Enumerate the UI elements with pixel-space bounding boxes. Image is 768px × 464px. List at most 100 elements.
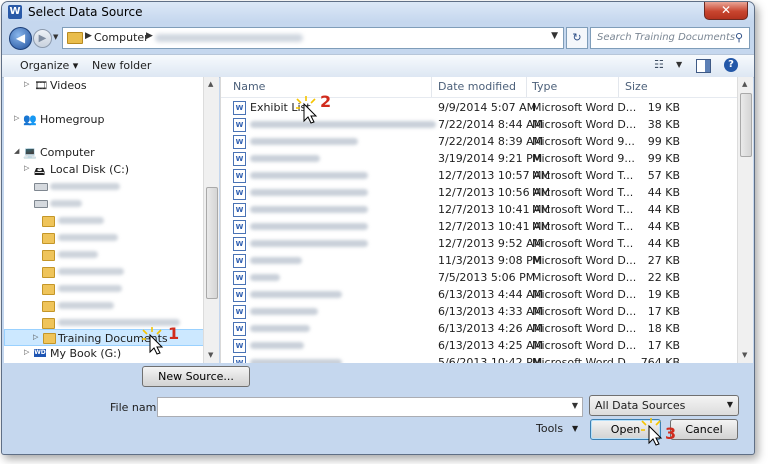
word-document-icon xyxy=(233,169,246,183)
file-size-cell: 38 KB xyxy=(647,118,680,131)
organize-menu[interactable]: Organize ▾ xyxy=(20,59,78,72)
help-icon[interactable]: ? xyxy=(724,58,738,72)
file-date-cell: 7/22/2014 8:44 AM xyxy=(438,118,544,131)
close-button[interactable]: ✕ xyxy=(704,2,748,20)
folder-icon xyxy=(42,250,55,261)
scroll-thumb[interactable] xyxy=(206,187,218,299)
breadcrumb-separator-icon[interactable]: ▶ xyxy=(85,31,92,41)
file-list-scrollbar[interactable]: ▲ ▼ xyxy=(737,77,753,363)
redacted-label xyxy=(58,234,118,241)
table-row[interactable]: 12/7/2013 10:56 AMMicrosoft Word T...44 … xyxy=(221,184,738,201)
nav-item-folder[interactable] xyxy=(4,280,218,297)
address-bar[interactable]: ▶ Computer ▶ ▼ xyxy=(62,27,564,49)
collapse-arrow-icon[interactable]: ◢ xyxy=(14,147,19,155)
column-header-name[interactable]: Name xyxy=(233,77,432,97)
expand-arrow-icon[interactable]: ▷ xyxy=(14,114,19,122)
redacted-label xyxy=(50,200,82,207)
scroll-down-icon[interactable]: ▼ xyxy=(208,351,213,359)
view-dropdown-icon[interactable]: ▼ xyxy=(676,60,682,69)
nav-item-label: Computer xyxy=(40,146,95,159)
table-row[interactable]: 6/13/2013 4:33 AMMicrosoft Word D... 17 K… xyxy=(221,303,738,320)
breadcrumb-redacted-path[interactable] xyxy=(155,34,303,42)
redacted-file-name xyxy=(250,274,280,281)
breadcrumb-separator-icon[interactable]: ▶ xyxy=(146,31,153,41)
column-header-type[interactable]: Type xyxy=(532,77,619,97)
navigation-scrollbar[interactable]: ▲ ▼ xyxy=(203,77,219,363)
redacted-file-name xyxy=(250,189,368,196)
table-row[interactable]: 3/19/2014 9:21 PMMicrosoft Word 9... 99 K… xyxy=(221,150,738,167)
nav-item-folder[interactable] xyxy=(4,212,218,229)
file-date-cell: 9/9/2014 5:07 AM xyxy=(438,101,537,114)
nav-item-redacted-drive[interactable] xyxy=(4,178,218,195)
refresh-button[interactable]: ↻ xyxy=(566,27,588,49)
table-row[interactable]: 11/3/2013 9:08 PMMicrosoft Word D... 27 K… xyxy=(221,252,738,269)
table-row[interactable]: 7/22/2014 8:39 AMMicrosoft Word 9... 99 K… xyxy=(221,133,738,150)
redacted-file-name xyxy=(250,206,368,213)
column-header-date[interactable]: Date modified xyxy=(438,77,527,97)
new-source-button[interactable]: New Source... xyxy=(142,366,250,387)
nav-item-folder[interactable] xyxy=(4,263,218,280)
recent-pages-dropdown[interactable]: ▼ xyxy=(53,33,58,41)
file-type-value: All Data Sources xyxy=(595,399,686,412)
file-type-cell: Microsoft Word D... xyxy=(532,305,637,318)
word-document-icon xyxy=(233,118,246,132)
address-dropdown-icon[interactable]: ▼ xyxy=(551,31,558,41)
new-folder-button[interactable]: New folder xyxy=(92,59,151,72)
scroll-up-icon[interactable]: ▲ xyxy=(742,80,747,88)
tools-menu[interactable]: Tools xyxy=(536,422,563,435)
breadcrumb-computer[interactable]: Computer xyxy=(94,31,149,44)
table-row[interactable]: 12/7/2013 10:57 AMMicrosoft Word T...57 … xyxy=(221,167,738,184)
file-name-dropdown-icon[interactable]: ▼ xyxy=(572,401,578,410)
file-type-select[interactable]: All Data Sources ▼ xyxy=(589,395,739,416)
file-name-input[interactable]: ▼ xyxy=(157,397,583,417)
file-date-cell: 6/13/2013 4:26 AM xyxy=(438,322,544,335)
tools-dropdown-icon[interactable]: ▼ xyxy=(572,424,578,433)
scroll-up-icon[interactable]: ▲ xyxy=(208,80,213,88)
redacted-label xyxy=(58,268,124,275)
nav-item-computer[interactable]: ◢ 💻 Computer xyxy=(4,144,218,161)
command-toolbar: Organize ▾ New folder ☷ ▼ ? xyxy=(2,54,754,78)
redacted-label xyxy=(58,285,122,292)
search-icon[interactable]: ⚲ xyxy=(735,31,743,44)
search-box[interactable]: Search Training Documents ⚲ xyxy=(590,27,750,49)
table-row[interactable]: 6/13/2013 4:26 AMMicrosoft Word D... 18 K… xyxy=(221,320,738,337)
file-type-cell: Microsoft Word D... xyxy=(532,254,637,267)
nav-item-folder[interactable] xyxy=(4,297,218,314)
table-row[interactable]: 7/5/2013 5:06 PMMicrosoft Word D... 22 KB xyxy=(221,269,738,286)
column-header-size[interactable]: Size xyxy=(625,77,685,97)
preview-pane-icon[interactable] xyxy=(696,59,711,73)
table-row[interactable]: 6/13/2013 4:44 AMMicrosoft Word D... 19 K… xyxy=(221,286,738,303)
table-row[interactable]: 5/6/2013 10:42 PMMicrosoft Word D...764 … xyxy=(221,354,738,363)
expand-arrow-icon[interactable]: ▷ xyxy=(24,164,29,172)
file-type-dropdown-icon[interactable]: ▼ xyxy=(727,400,733,409)
table-row[interactable]: 12/7/2013 10:41 AMMicrosoft Word T...44 … xyxy=(221,201,738,218)
search-input[interactable]: Search Training Documents xyxy=(597,32,735,43)
scroll-down-icon[interactable]: ▼ xyxy=(742,351,747,359)
table-row[interactable]: 12/7/2013 9:52 AMMicrosoft Word T... 44 K… xyxy=(221,235,738,252)
computer-icon: 💻 xyxy=(23,146,37,159)
navigation-bar: ◀ ▶ ▼ ▶ Computer ▶ ▼ ↻ Search Training D… xyxy=(2,24,754,52)
nav-item-training-documents[interactable]: ▷ Training Documents xyxy=(4,329,218,346)
nav-item-folder[interactable] xyxy=(4,229,218,246)
nav-item-my-book[interactable]: ▷ WD My Book (G:) xyxy=(4,345,218,362)
nav-item-folder[interactable] xyxy=(4,246,218,263)
nav-item-redacted-drive[interactable] xyxy=(4,195,218,212)
file-date-cell: 7/22/2014 8:39 AM xyxy=(438,135,544,148)
cancel-button[interactable]: Cancel xyxy=(670,419,738,440)
scroll-thumb[interactable] xyxy=(740,93,752,157)
forward-button[interactable]: ▶ xyxy=(33,29,52,48)
file-size-cell: 44 KB xyxy=(647,220,680,233)
nav-item-local-disk[interactable]: ▷ 🖴 Local Disk (C:) xyxy=(4,161,218,178)
view-options-icon[interactable]: ☷ xyxy=(654,58,664,71)
step-badge-3: 3 xyxy=(665,424,677,443)
nav-item-homegroup[interactable]: ▷ 👥 Homegroup xyxy=(4,111,218,128)
expand-arrow-icon[interactable]: ▷ xyxy=(24,80,29,88)
file-date-cell: 6/13/2013 4:44 AM xyxy=(438,288,544,301)
nav-item-videos[interactable]: ▷ 🎞 Videos xyxy=(4,77,218,94)
expand-arrow-icon[interactable]: ▷ xyxy=(33,333,38,341)
table-row[interactable]: 12/7/2013 10:41 AMMicrosoft Word T...44 … xyxy=(221,218,738,235)
back-button[interactable]: ◀ xyxy=(9,27,32,50)
expand-arrow-icon[interactable]: ▷ xyxy=(24,348,29,356)
folder-icon xyxy=(43,333,56,344)
table-row[interactable]: 6/13/2013 4:25 AMMicrosoft Word D... 17 K… xyxy=(221,337,738,354)
